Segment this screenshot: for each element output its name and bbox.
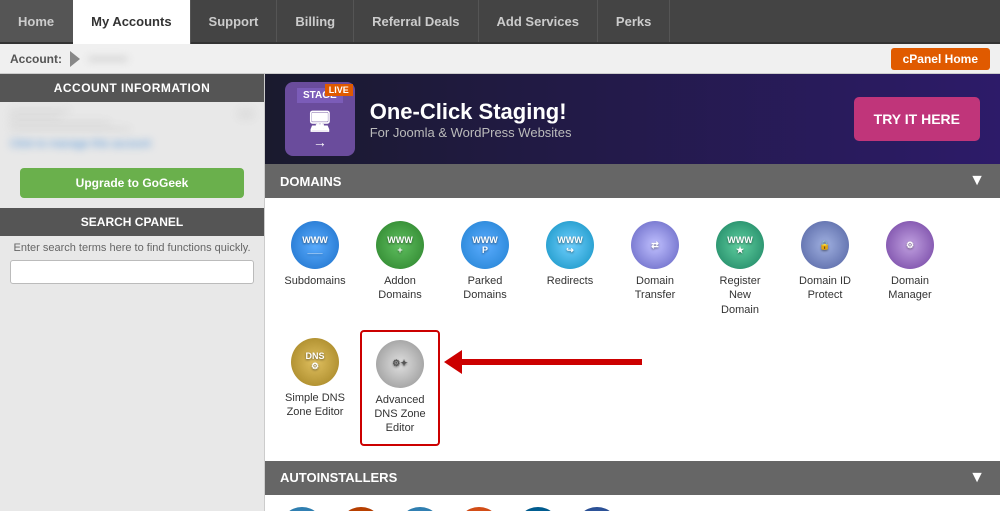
simple-dns-icon: DNS⚙ [291, 338, 339, 386]
account-label: Account: [10, 52, 62, 66]
icon-subdomains[interactable]: WWW___ Subdomains [275, 213, 355, 325]
domains-section-title: DOMAINS [280, 174, 341, 189]
icon-domain-manager[interactable]: ⚙ DomainManager [870, 213, 950, 325]
nav-tab-my-accounts[interactable]: My Accounts [73, 0, 190, 44]
try-it-here-button[interactable]: TRY IT HERE [854, 97, 980, 141]
search-description: Enter search terms here to find function… [0, 236, 264, 260]
domains-chevron-icon[interactable]: ▼ [969, 172, 985, 190]
icon-advanced-dns-zone-editor[interactable]: ⚙✦ AdvancedDNS ZoneEditor [360, 330, 440, 446]
register-new-domain-label: RegisterNewDomain [720, 274, 761, 317]
search-input[interactable] [10, 260, 254, 284]
info-row-domain [10, 116, 254, 118]
icon-redirects[interactable]: WWW↪ Redirects [530, 213, 610, 325]
autoinstallers-section: AUTOINSTALLERS ▼ W J! W M Dr [265, 461, 1000, 511]
subdomains-icon: WWW___ [291, 221, 339, 269]
icon-phpbb[interactable]: php [575, 507, 619, 511]
banner-title: One-Click Staging! [370, 99, 854, 125]
info-row-ip [10, 122, 254, 124]
staging-banner: STAGE LIVE 🖥 → One-Click Staging! For Jo… [265, 74, 1000, 164]
icon-addon-domains[interactable]: WWW+ AddonDomains [360, 213, 440, 325]
domains-icons-grid: WWW___ Subdomains WWW+ AddonDomains WWWP… [265, 198, 1000, 461]
redirects-icon: WWW↪ [546, 221, 594, 269]
sidebar: ACCOUNT INFORMATION Click to manage this… [0, 74, 265, 511]
autoinstallers-section-header: AUTOINSTALLERS ▼ [265, 461, 1000, 495]
domain-id-protect-icon: 🔒 [801, 221, 849, 269]
autoinstaller-icons-row: W J! W M Dr php [265, 495, 1000, 511]
icon-domain-transfer[interactable]: ⇄ DomainTransfer [615, 213, 695, 325]
nav-tab-perks[interactable]: Perks [598, 0, 670, 42]
info-row-username [10, 110, 254, 112]
nav-tab-billing[interactable]: Billing [277, 0, 354, 42]
banner-text: One-Click Staging! For Joomla & WordPres… [370, 99, 854, 140]
icon-wordpress-2[interactable]: W [398, 507, 442, 511]
nav-tab-referral-deals[interactable]: Referral Deals [354, 0, 478, 42]
account-arrow-icon [70, 51, 80, 67]
register-new-domain-icon: WWW★ [716, 221, 764, 269]
upgrade-button[interactable]: Upgrade to GoGeek [20, 168, 244, 198]
domain-manager-label: DomainManager [888, 274, 931, 303]
domain-manager-icon: ⚙ [886, 221, 934, 269]
info-row-homedir [10, 128, 254, 130]
icon-parked-domains[interactable]: WWWP ParkedDomains [445, 213, 525, 325]
addon-domains-label: AddonDomains [378, 274, 421, 303]
account-info-title: ACCOUNT INFORMATION [0, 74, 264, 102]
main-layout: ACCOUNT INFORMATION Click to manage this… [0, 74, 1000, 511]
redirects-label: Redirects [547, 274, 593, 288]
advanced-dns-icon: ⚙✦ [376, 340, 424, 388]
banner-subtitle: For Joomla & WordPress Websites [370, 125, 854, 140]
subdomains-label: Subdomains [284, 274, 345, 288]
account-bar: Account: cPanel Home [0, 44, 1000, 74]
icon-magento[interactable]: M [457, 507, 501, 511]
icon-wordpress-1[interactable]: W [280, 507, 324, 511]
domain-transfer-icon: ⇄ [631, 221, 679, 269]
autoinstallers-title: AUTOINSTALLERS [280, 470, 397, 485]
domains-section: DOMAINS ▼ WWW___ Subdomains WWW+ AddonDo… [265, 164, 1000, 461]
icon-domain-id-protect[interactable]: 🔒 Domain IDProtect [785, 213, 865, 325]
search-cpanel-title: SEARCH CPANEL [0, 208, 264, 236]
icon-joomla[interactable]: J! [339, 507, 383, 511]
banner-stage-graphic: STAGE LIVE 🖥 → [285, 82, 355, 156]
red-arrow [444, 350, 642, 374]
account-name [88, 57, 128, 61]
domains-section-header: DOMAINS ▼ [265, 164, 1000, 198]
domain-id-protect-label: Domain IDProtect [799, 274, 851, 303]
live-label: LIVE [325, 84, 353, 96]
nav-tab-support[interactable]: Support [191, 0, 278, 42]
icon-register-new-domain[interactable]: WWW★ RegisterNewDomain [700, 213, 780, 325]
domain-transfer-label: DomainTransfer [635, 274, 676, 303]
nav-tab-home[interactable]: Home [0, 0, 73, 42]
advanced-dns-label: AdvancedDNS ZoneEditor [374, 393, 425, 436]
addon-domains-icon: WWW+ [376, 221, 424, 269]
account-info-content: Click to manage this account [0, 102, 264, 158]
parked-domains-label: ParkedDomains [463, 274, 506, 303]
parked-domains-icon: WWWP [461, 221, 509, 269]
content-area: STAGE LIVE 🖥 → One-Click Staging! For Jo… [265, 74, 1000, 511]
icon-simple-dns-zone-editor[interactable]: DNS⚙ Simple DNSZone Editor [275, 330, 355, 446]
icon-drupal[interactable]: Dr [516, 507, 560, 511]
manage-account-link[interactable]: Click to manage this account [10, 138, 151, 150]
nav-tab-add-services[interactable]: Add Services [479, 0, 598, 42]
cpanel-home-button[interactable]: cPanel Home [891, 48, 990, 70]
simple-dns-label: Simple DNSZone Editor [285, 391, 345, 420]
top-navigation: Home My Accounts Support Billing Referra… [0, 0, 1000, 44]
autoinstallers-chevron-icon[interactable]: ▼ [969, 469, 985, 487]
